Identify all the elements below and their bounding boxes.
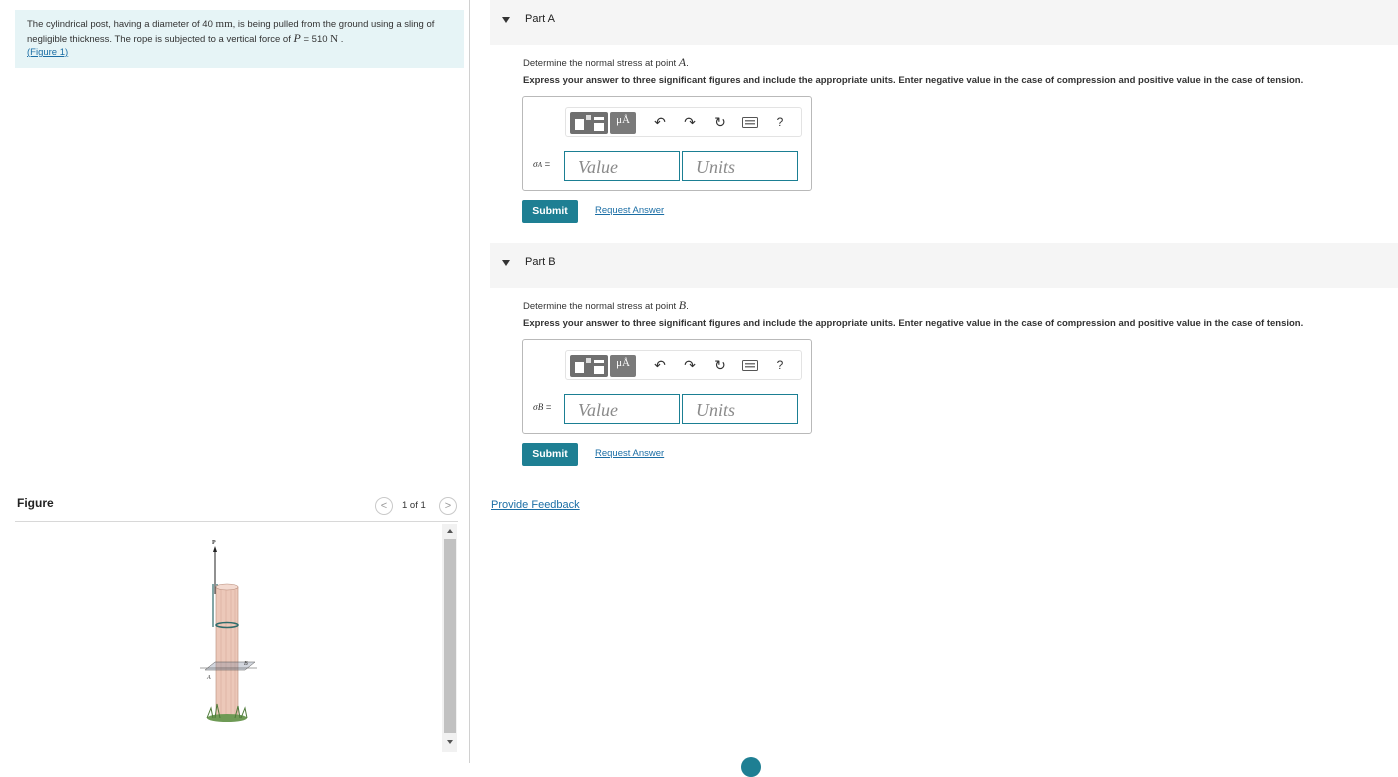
units-button[interactable]: μÅ bbox=[610, 355, 636, 377]
problem-text-eq: = 510 bbox=[300, 33, 331, 45]
question-suffix: . bbox=[686, 58, 689, 69]
scrollbar-thumb[interactable] bbox=[444, 539, 456, 733]
part-a-header[interactable]: Part A bbox=[490, 0, 1398, 45]
templates-icon[interactable] bbox=[570, 112, 608, 134]
problem-statement: The cylindrical post, having a diameter … bbox=[15, 10, 464, 68]
question-text: Determine the normal stress at point bbox=[523, 58, 679, 69]
part-b-header[interactable]: Part B bbox=[490, 243, 1398, 288]
keyboard-icon[interactable] bbox=[740, 355, 760, 375]
redo-icon[interactable]: ↷ bbox=[680, 112, 700, 132]
part-b-label: Part B bbox=[525, 256, 556, 268]
problem-text-1: The cylindrical post, having a diameter … bbox=[27, 19, 216, 30]
part-b-submit-button[interactable]: Submit bbox=[522, 443, 578, 466]
part-a-instructions: Express your answer to three significant… bbox=[523, 75, 1304, 86]
templates-icon[interactable] bbox=[570, 355, 608, 377]
scroll-up-icon[interactable] bbox=[447, 529, 453, 533]
help-icon[interactable]: ? bbox=[770, 355, 790, 375]
part-a-answer-box: μÅ ↶ ↷ ↻ ? σA = Value Units bbox=[522, 96, 812, 191]
point-b: B bbox=[678, 298, 687, 312]
help-icon[interactable]: ? bbox=[770, 112, 790, 132]
unit-mm: mm bbox=[215, 18, 233, 30]
undo-icon[interactable]: ↶ bbox=[650, 112, 670, 132]
equals-sign: = bbox=[541, 159, 551, 170]
value-input[interactable]: Value bbox=[564, 394, 680, 424]
math-toolbar: μÅ ↶ ↷ ↻ ? bbox=[565, 107, 802, 137]
panel-divider bbox=[469, 0, 470, 763]
reset-icon[interactable]: ↻ bbox=[710, 355, 730, 375]
var-p: P bbox=[293, 30, 301, 45]
figure-divider bbox=[15, 521, 458, 522]
unit-n: N bbox=[330, 32, 339, 45]
figure-prev-button[interactable]: < bbox=[375, 497, 393, 515]
keyboard-icon[interactable] bbox=[740, 112, 760, 132]
part-a-submit-button[interactable]: Submit bbox=[522, 200, 578, 223]
part-a-question: Determine the normal stress at point A. bbox=[523, 55, 689, 70]
part-a-label: Part A bbox=[525, 13, 555, 25]
point-a: A bbox=[678, 55, 687, 69]
units-input[interactable]: Units bbox=[682, 151, 798, 181]
figure-link[interactable]: (Figure 1) bbox=[27, 47, 68, 58]
label-p: P bbox=[212, 540, 216, 546]
units-button[interactable]: μÅ bbox=[610, 112, 636, 134]
problem-text-end: . bbox=[338, 33, 344, 45]
equals-sign: = bbox=[543, 402, 552, 413]
figure-next-button[interactable]: > bbox=[439, 497, 457, 515]
part-b-question: Determine the normal stress at point B. bbox=[523, 298, 689, 313]
part-b-instructions: Express your answer to three significant… bbox=[523, 318, 1304, 329]
redo-icon[interactable]: ↷ bbox=[680, 355, 700, 375]
sigma-b-label: σB = bbox=[533, 402, 551, 413]
part-a-request-answer-link[interactable]: Request Answer bbox=[595, 205, 664, 216]
part-b-answer-box: μÅ ↶ ↷ ↻ ? σB = Value Units bbox=[522, 339, 812, 434]
figure-counter: 1 of 1 bbox=[402, 500, 426, 511]
math-toolbar: μÅ ↶ ↷ ↻ ? bbox=[565, 350, 802, 380]
value-input[interactable]: Value bbox=[564, 151, 680, 181]
question-text: Determine the normal stress at point bbox=[523, 301, 679, 312]
label-a: A bbox=[206, 675, 211, 681]
collapse-triangle-icon[interactable] bbox=[502, 17, 510, 23]
units-input[interactable]: Units bbox=[682, 394, 798, 424]
undo-icon[interactable]: ↶ bbox=[650, 355, 670, 375]
figure-title: Figure bbox=[17, 496, 54, 510]
question-suffix: . bbox=[686, 301, 689, 312]
post-figure-image: P B A bbox=[200, 540, 257, 722]
sigma-a-label: σA = bbox=[533, 159, 550, 170]
reset-icon[interactable]: ↻ bbox=[710, 112, 730, 132]
provide-feedback-link[interactable]: Provide Feedback bbox=[491, 499, 580, 511]
label-b: B bbox=[244, 661, 248, 667]
scroll-down-icon[interactable] bbox=[447, 740, 453, 744]
collapse-triangle-icon[interactable] bbox=[502, 260, 510, 266]
help-bubble-icon[interactable] bbox=[741, 757, 761, 777]
part-b-request-answer-link[interactable]: Request Answer bbox=[595, 448, 664, 459]
